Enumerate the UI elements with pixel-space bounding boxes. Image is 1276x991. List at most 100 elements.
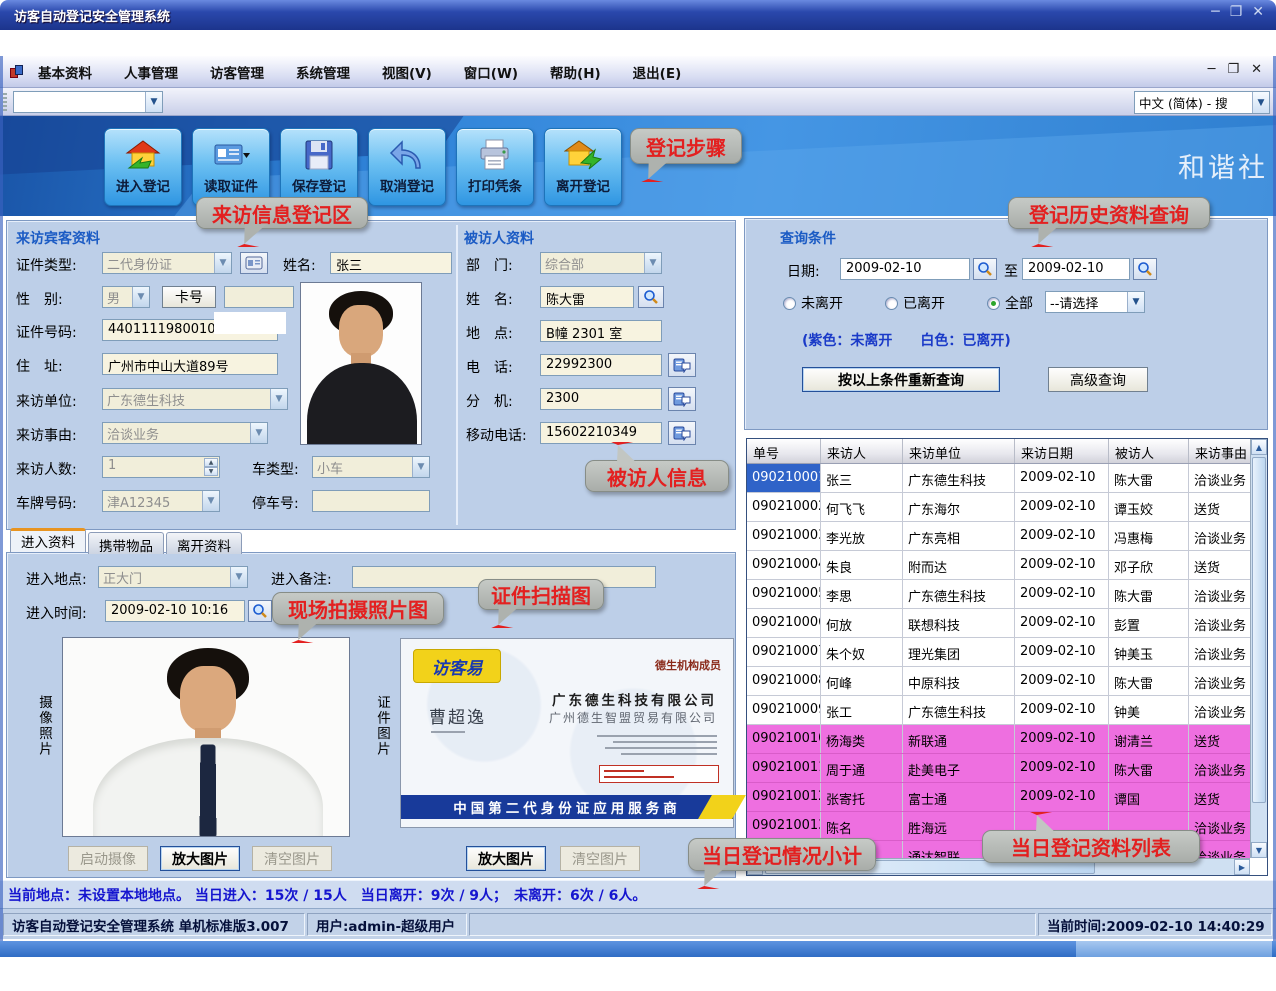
table-cell[interactable]: 090210005 — [747, 580, 821, 608]
toolbar-button-4[interactable]: 取消登记 — [368, 128, 446, 206]
scroll-down-icon[interactable]: ▼ — [1251, 842, 1267, 858]
table-cell[interactable]: 中原科技 — [903, 667, 1015, 695]
dept-combobox[interactable]: 综合部 ▼ — [540, 252, 662, 274]
chevron-down-icon[interactable]: ▼ — [412, 457, 429, 477]
table-row[interactable]: 090210009张工广东德生科技2009-02-10钟美洽谈业务 — [747, 696, 1267, 725]
chevron-down-icon[interactable]: ▼ — [1127, 292, 1144, 312]
gender-combobox[interactable]: 男 ▼ — [102, 286, 150, 308]
table-cell[interactable]: 何放 — [821, 609, 903, 637]
radio-未离开[interactable]: 未离开 — [783, 293, 843, 313]
table-cell[interactable]: 理光集团 — [903, 638, 1015, 666]
scroll-right-icon[interactable]: ▶ — [1234, 859, 1250, 875]
mdi-minimize-icon[interactable]: ─ — [1208, 62, 1216, 77]
table-cell[interactable]: 090210009 — [747, 696, 821, 724]
column-header-1[interactable]: 单号 — [747, 439, 821, 463]
menu-item-4[interactable]: 视图(V) — [380, 59, 434, 85]
chevron-down-icon[interactable]: ▼ — [214, 253, 231, 273]
table-cell[interactable]: 赴美电子 — [903, 754, 1015, 782]
table-cell[interactable]: 钟美 — [1109, 696, 1189, 724]
table-cell[interactable]: 杨海类 — [821, 725, 903, 753]
table-cell[interactable]: 090210012 — [747, 783, 821, 811]
table-cell[interactable]: 090210008 — [747, 667, 821, 695]
table-cell[interactable]: 陈大雷 — [1109, 464, 1189, 492]
minimize-icon[interactable]: ─ — [1211, 4, 1219, 20]
advanced-query-button[interactable]: 高级查询 — [1048, 367, 1148, 392]
table-cell[interactable]: 李思 — [821, 580, 903, 608]
entry-time-input[interactable]: 2009-02-10 10:16 — [105, 600, 245, 622]
column-header-2[interactable]: 来访人 — [821, 439, 903, 463]
call-mobile-button[interactable] — [668, 421, 696, 445]
table-cell[interactable]: 联想科技 — [903, 609, 1015, 637]
toolbar-button-5[interactable]: 打印凭条 — [456, 128, 534, 206]
search-person-button[interactable] — [638, 286, 664, 308]
table-row[interactable]: 090210003李光放广东亮相2009-02-10冯惠梅洽谈业务 — [747, 522, 1267, 551]
table-cell[interactable]: 张工 — [821, 696, 903, 724]
table-cell[interactable]: 2009-02-10 — [1015, 783, 1109, 811]
table-cell[interactable]: 新联通 — [903, 725, 1015, 753]
date-to-picker-button[interactable] — [1133, 258, 1157, 280]
table-cell[interactable]: 2009-02-10 — [1015, 522, 1109, 550]
table-row[interactable]: 090210001张三广东德生科技2009-02-10陈大雷洽谈业务 — [747, 464, 1267, 493]
date-from-picker-button[interactable] — [973, 258, 997, 280]
reason-combobox[interactable]: 洽谈业务 ▼ — [102, 422, 268, 444]
plate-combobox[interactable]: 津A12345 ▼ — [102, 490, 220, 512]
chevron-down-icon[interactable]: ▼ — [250, 423, 267, 443]
call-phone-button[interactable] — [668, 353, 696, 377]
toolbar-button-1[interactable]: 进入登记 — [104, 128, 182, 206]
radio-已离开[interactable]: 已离开 — [885, 293, 945, 313]
grip-handle[interactable] — [3, 93, 7, 111]
camera-button-3[interactable]: 清空图片 — [252, 846, 332, 871]
table-row[interactable]: 090210006何放联想科技2009-02-10彭置洽谈业务 — [747, 609, 1267, 638]
table-cell[interactable]: 广东德生科技 — [903, 464, 1015, 492]
entry-place-combobox[interactable]: 正大门 ▼ — [98, 566, 248, 588]
menu-item-3[interactable]: 系统管理 — [294, 59, 352, 85]
toolbar-button-3[interactable]: 保存登记 — [280, 128, 358, 206]
ime-selector[interactable]: 中文 (简体) - 搜 ▼ — [1134, 91, 1270, 114]
records-table[interactable]: 单号来访人来访单位来访日期被访人来访事由 090210001张三广东德生科技20… — [746, 438, 1268, 876]
table-cell[interactable]: 附而达 — [903, 551, 1015, 579]
toolbar-button-2[interactable]: 读取证件 — [192, 128, 270, 206]
card-number-button[interactable]: 卡号 — [162, 286, 216, 308]
table-cell[interactable]: 钟美玉 — [1109, 638, 1189, 666]
table-cell[interactable]: 陈大雷 — [1109, 667, 1189, 695]
table-cell[interactable]: 彭置 — [1109, 609, 1189, 637]
chevron-down-icon[interactable]: ▼ — [270, 389, 287, 409]
table-cell[interactable]: 2009-02-10 — [1015, 609, 1109, 637]
quick-search-combobox[interactable]: ▼ — [13, 91, 163, 113]
date-from-input[interactable]: 2009-02-10 — [840, 258, 970, 280]
table-cell[interactable]: 广东德生科技 — [903, 696, 1015, 724]
radio-circle-icon[interactable] — [783, 297, 796, 310]
parking-input[interactable] — [312, 490, 430, 512]
table-cell[interactable]: 090210004 — [747, 551, 821, 579]
table-cell[interactable]: 冯惠梅 — [1109, 522, 1189, 550]
column-header-5[interactable]: 被访人 — [1109, 439, 1189, 463]
menu-item-7[interactable]: 退出(E) — [631, 59, 684, 85]
address-input[interactable]: 广州市中山大道89号 — [102, 353, 278, 375]
table-cell[interactable]: 2009-02-10 — [1015, 725, 1109, 753]
id-type-combobox[interactable]: 二代身份证 ▼ — [102, 252, 232, 274]
table-cell[interactable]: 朱个奴 — [821, 638, 903, 666]
table-cell[interactable]: 陈大雷 — [1109, 580, 1189, 608]
visited-name-input[interactable]: 陈大雷 — [540, 286, 634, 308]
chevron-down-icon[interactable]: ▼ — [145, 92, 162, 112]
camera-button-1[interactable]: 启动摄像 — [68, 846, 148, 871]
tab-3[interactable]: 离开资料 — [166, 532, 242, 554]
restore-icon[interactable]: ❐ — [1230, 4, 1243, 20]
card-reader-button[interactable] — [240, 252, 268, 274]
visitor-count-stepper[interactable]: 1 ▲▼ — [102, 456, 220, 478]
mdi-restore-icon[interactable]: ❐ — [1227, 62, 1239, 77]
table-cell[interactable]: 周于通 — [821, 754, 903, 782]
menu-item-5[interactable]: 窗口(W) — [462, 59, 520, 85]
radio-circle-icon[interactable] — [885, 297, 898, 310]
title-bar[interactable]: 访客自动登记安全管理系统 ─ ❐ ✕ — [0, 0, 1276, 30]
table-cell[interactable]: 谭玉姣 — [1109, 493, 1189, 521]
table-cell[interactable]: 2009-02-10 — [1015, 551, 1109, 579]
table-cell[interactable]: 2009-02-10 — [1015, 696, 1109, 724]
tab-1[interactable]: 进入资料 — [10, 528, 86, 552]
table-row[interactable]: 090210005李思广东德生科技2009-02-10陈大雷洽谈业务 — [747, 580, 1267, 609]
table-row[interactable]: 090210007朱个奴理光集团2009-02-10钟美玉洽谈业务 — [747, 638, 1267, 667]
mobile-input[interactable]: 15602210349 — [540, 422, 662, 444]
table-cell[interactable]: 邓子欣 — [1109, 551, 1189, 579]
menu-item-0[interactable]: 基本资料 — [36, 59, 94, 85]
table-cell[interactable]: 广东德生科技 — [903, 580, 1015, 608]
